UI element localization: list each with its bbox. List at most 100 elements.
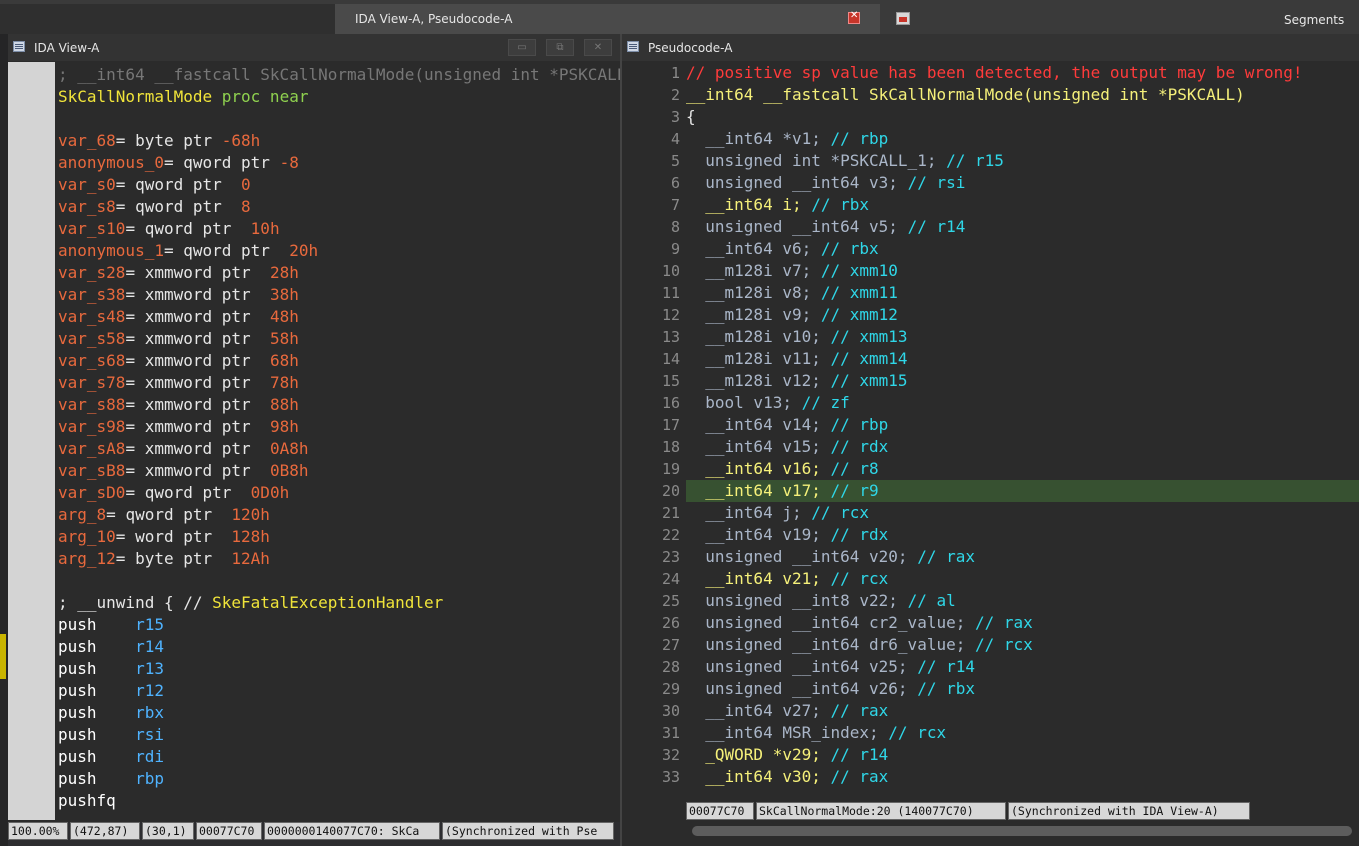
code-line[interactable]: unsigned __int64 v5; // r14: [686, 216, 1359, 238]
code-line[interactable]: var_s8= qword ptr 8: [58, 196, 251, 218]
code-line[interactable]: var_s68= xmmword ptr 68h: [58, 350, 299, 372]
code-line[interactable]: __int64 v15; // rdx: [686, 436, 1359, 458]
code-line[interactable]: ; __unwind { // SkeFatalExceptionHandler: [58, 592, 443, 614]
code-line[interactable]: push r12: [58, 680, 164, 702]
code-line[interactable]: var_s58= xmmword ptr 58h: [58, 328, 299, 350]
line-number: 28: [661, 658, 680, 676]
code-line[interactable]: unsigned __int64 v26; // rbx: [686, 678, 1359, 700]
code-token: rbp: [135, 769, 164, 788]
code-line[interactable]: push r13: [58, 658, 164, 680]
code-line[interactable]: var_sA8= xmmword ptr 0A8h: [58, 438, 308, 460]
code-line[interactable]: SkCallNormalMode proc near: [58, 86, 308, 108]
status-field: SkCallNormalMode:20 (140077C70): [756, 802, 1006, 820]
ida-view-title: IDA View-A: [34, 41, 100, 55]
status-field: 00077C70: [196, 822, 262, 840]
code-line[interactable]: __int64 __fastcall SkCallNormalMode(unsi…: [686, 84, 1359, 106]
code-token: = xmmword ptr: [125, 439, 270, 458]
code-line[interactable]: {: [686, 106, 1359, 128]
code-token: 128h: [231, 527, 270, 546]
code-line[interactable]: arg_8= qword ptr 120h: [58, 504, 270, 526]
code-line[interactable]: var_sB8= xmmword ptr 0B8h: [58, 460, 308, 482]
code-line[interactable]: __int64 v17; // r9: [686, 480, 1359, 502]
code-line[interactable]: var_s48= xmmword ptr 48h: [58, 306, 299, 328]
code-line[interactable]: var_s28= xmmword ptr 28h: [58, 262, 299, 284]
code-token: __m128i v12;: [686, 371, 831, 390]
code-line[interactable]: __m128i v12; // xmm15: [686, 370, 1359, 392]
code-token: __int64 v27;: [686, 701, 831, 720]
code-line[interactable]: __int64 v16; // r8: [686, 458, 1359, 480]
code-line[interactable]: push rdi: [58, 746, 164, 768]
code-line[interactable]: arg_10= word ptr 128h: [58, 526, 270, 548]
code-line[interactable]: __int64 v14; // rbp: [686, 414, 1359, 436]
code-line[interactable]: var_s88= xmmword ptr 88h: [58, 394, 299, 416]
code-token: 98h: [269, 417, 299, 436]
code-line[interactable]: push r15: [58, 614, 164, 636]
code-line[interactable]: anonymous_1= qword ptr 20h: [58, 240, 318, 262]
code-line[interactable]: push rbp: [58, 768, 164, 790]
tab-ida-view-pseudocode[interactable]: IDA View-A, Pseudocode-A: [335, 4, 880, 34]
close-tab-icon[interactable]: [848, 10, 860, 24]
code-line[interactable]: var_s38= xmmword ptr 38h: [58, 284, 299, 306]
float-window-icon[interactable]: ⧉: [546, 39, 574, 56]
pseudocode-listing[interactable]: // positive sp value has been detected, …: [686, 62, 1359, 802]
left-dock-edge: [0, 34, 8, 846]
close-window-icon[interactable]: ✕: [584, 39, 612, 56]
code-line[interactable]: __int64 i; // rbx: [686, 194, 1359, 216]
code-token: __int64 *v1;: [686, 129, 831, 148]
restore-window-icon[interactable]: ▭: [508, 39, 536, 56]
disassembly-listing[interactable]: ; __int64 __fastcall SkCallNormalMode(un…: [55, 62, 620, 820]
tab-segments[interactable]: Segments: [1284, 13, 1344, 27]
code-line[interactable]: // positive sp value has been detected, …: [686, 62, 1359, 84]
code-line[interactable]: __int64 *v1; // rbp: [686, 128, 1359, 150]
code-line[interactable]: _QWORD *v29; // r14: [686, 744, 1359, 766]
code-line[interactable]: unsigned __int64 v20; // rax: [686, 546, 1359, 568]
code-line[interactable]: unsigned __int64 cr2_value; // rax: [686, 612, 1359, 634]
status-field: (Synchronized with IDA View-A): [1008, 802, 1250, 820]
line-number: 14: [661, 350, 680, 368]
code-line[interactable]: pushfq: [58, 790, 116, 812]
code-line[interactable]: __int64 v30; // rax: [686, 766, 1359, 788]
code-line[interactable]: __m128i v9; // xmm12: [686, 304, 1359, 326]
code-token: var_68: [58, 131, 116, 150]
code-line[interactable]: __m128i v8; // xmm11: [686, 282, 1359, 304]
code-line[interactable]: push r14: [58, 636, 164, 658]
code-line[interactable]: __m128i v10; // xmm13: [686, 326, 1359, 348]
line-number: 3: [670, 108, 680, 126]
code-token: var_s48: [58, 307, 126, 326]
code-token: anonymous_1: [58, 241, 164, 260]
segments-window-icon[interactable]: [896, 12, 910, 25]
code-line[interactable]: var_68= byte ptr -68h: [58, 130, 260, 152]
code-line[interactable]: __int64 v27; // rax: [686, 700, 1359, 722]
code-line[interactable]: ; __int64 __fastcall SkCallNormalMode(un…: [58, 64, 620, 86]
code-token: r13: [135, 659, 164, 678]
code-line[interactable]: __int64 v21; // rcx: [686, 568, 1359, 590]
line-number: 21: [661, 504, 680, 522]
code-line[interactable]: var_s0= qword ptr 0: [58, 174, 251, 196]
code-line[interactable]: unsigned __int8 v22; // al: [686, 590, 1359, 612]
code-line[interactable]: __int64 v19; // rdx: [686, 524, 1359, 546]
code-token: = xmmword ptr: [125, 263, 270, 282]
ida-view-pane: IDA View-A ▭ ⧉ ✕ ; __int64 __fastcall Sk…: [8, 34, 620, 846]
code-line[interactable]: __m128i v11; // xmm14: [686, 348, 1359, 370]
code-line[interactable]: __int64 j; // rcx: [686, 502, 1359, 524]
code-token: __int64 v17;: [686, 481, 831, 500]
code-line[interactable]: unsigned __int64 v25; // r14: [686, 656, 1359, 678]
code-line[interactable]: var_s98= xmmword ptr 98h: [58, 416, 299, 438]
code-line[interactable]: bool v13; // zf: [686, 392, 1359, 414]
horizontal-scrollbar[interactable]: [692, 826, 1352, 836]
code-line[interactable]: push rsi: [58, 724, 164, 746]
code-line[interactable]: unsigned __int64 v3; // rsi: [686, 172, 1359, 194]
code-token: r12: [135, 681, 164, 700]
code-line[interactable]: anonymous_0= qword ptr -8: [58, 152, 299, 174]
code-line[interactable]: __int64 v6; // rbx: [686, 238, 1359, 260]
code-line[interactable]: var_s78= xmmword ptr 78h: [58, 372, 299, 394]
code-line[interactable]: arg_12= byte ptr 12Ah: [58, 548, 270, 570]
code-token: // al: [907, 591, 956, 610]
code-line[interactable]: var_sD0= qword ptr 0D0h: [58, 482, 289, 504]
code-line[interactable]: unsigned int *PSKCALL_1; // r15: [686, 150, 1359, 172]
code-line[interactable]: var_s10= qword ptr 10h: [58, 218, 280, 240]
code-line[interactable]: push rbx: [58, 702, 164, 724]
code-line[interactable]: __int64 MSR_index; // rcx: [686, 722, 1359, 744]
code-line[interactable]: unsigned __int64 dr6_value; // rcx: [686, 634, 1359, 656]
code-line[interactable]: __m128i v7; // xmm10: [686, 260, 1359, 282]
